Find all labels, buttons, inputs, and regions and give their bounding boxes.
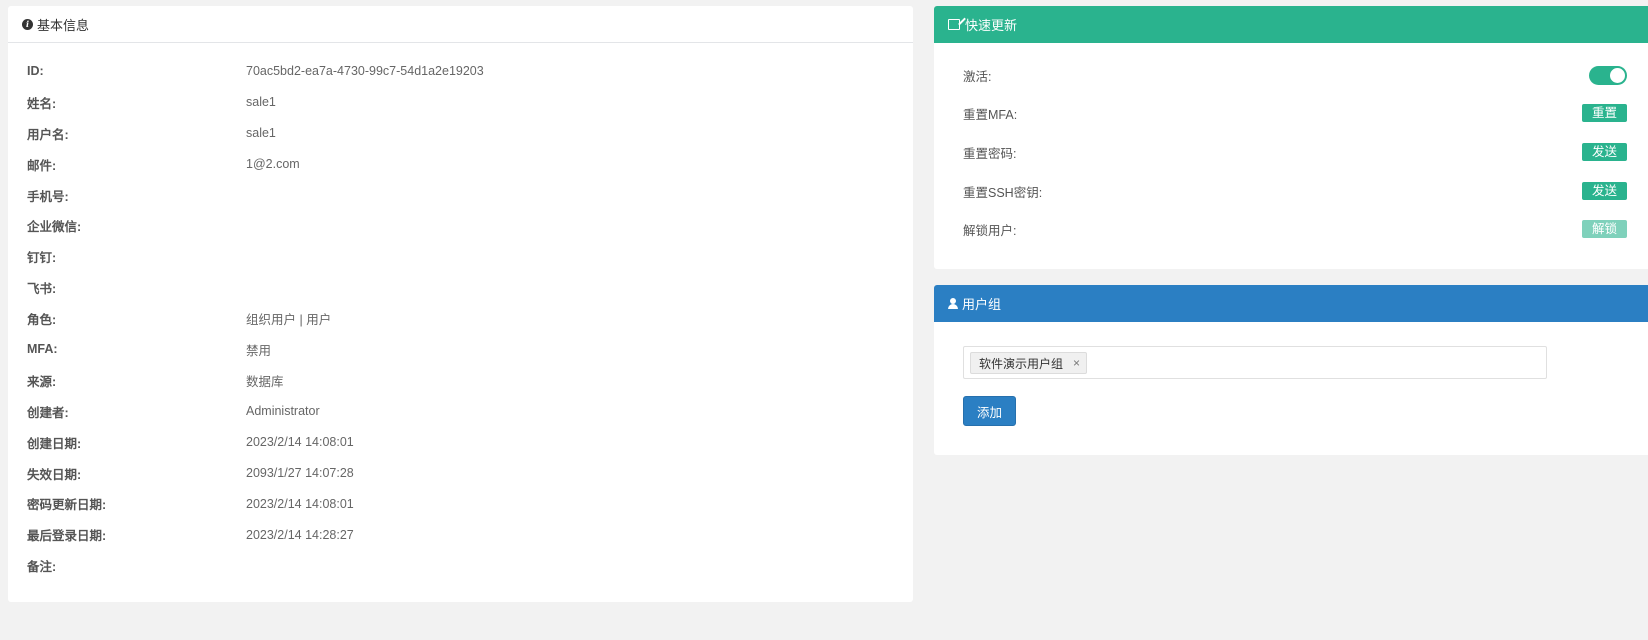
reset-mfa-row: 重置MFA: 重置	[963, 101, 1648, 125]
info-row: 最后登录日期: 2023/2/14 14:28:27	[8, 519, 913, 550]
info-value: 禁用	[246, 343, 272, 358]
info-row: 飞书:	[8, 272, 913, 303]
info-row: ID: 70ac5bd2-ea7a-4730-99c7-54d1a2e19203	[8, 56, 913, 87]
group-tag-label: 软件演示用户组	[979, 356, 1064, 371]
info-circle-icon: i	[22, 18, 33, 30]
reset-password-row: 重置密码: 发送	[963, 140, 1648, 164]
basic-info-header: i 基本信息	[8, 6, 913, 43]
reset-ssh-label: 重置SSH密钥:	[963, 185, 1043, 200]
info-value: sale1	[246, 126, 276, 141]
info-label: 姓名:	[27, 96, 57, 111]
user-icon	[948, 298, 958, 309]
info-row: 企业微信:	[8, 210, 913, 241]
user-groups-header: 用户组	[934, 285, 1648, 322]
reset-password-label: 重置密码:	[963, 146, 1017, 161]
tag-remove-icon[interactable]: ×	[1073, 356, 1080, 370]
info-row: 密码更新日期: 2023/2/14 14:08:01	[8, 488, 913, 519]
info-label: ID:	[27, 64, 44, 79]
info-value: 1@2.com	[246, 157, 300, 172]
info-value: Administrator	[246, 404, 320, 419]
info-row: 创建日期: 2023/2/14 14:08:01	[8, 427, 913, 458]
toggle-knob	[1610, 67, 1625, 83]
user-groups-title: 用户组	[962, 297, 1002, 312]
group-select-input[interactable]: 软件演示用户组 ×	[963, 346, 1547, 379]
info-label: 创建者:	[27, 405, 69, 420]
quick-update-header: 快速更新	[934, 6, 1648, 43]
info-label: 角色:	[27, 313, 57, 328]
active-row: 激活:	[963, 63, 1648, 87]
reset-mfa-button[interactable]: 重置	[1581, 104, 1627, 122]
unlock-button[interactable]: 解锁	[1581, 220, 1627, 238]
info-value: 2023/2/14 14:08:01	[246, 435, 354, 450]
info-label: 企业微信:	[27, 220, 82, 235]
info-row: 邮件: 1@2.com	[8, 149, 913, 180]
edit-icon	[948, 19, 960, 30]
info-row: MFA: 禁用	[8, 334, 913, 365]
info-value: 数据库	[246, 374, 284, 389]
info-label: 密码更新日期:	[27, 498, 107, 513]
info-label: 最后登录日期:	[27, 529, 107, 544]
info-row: 姓名: sale1	[8, 87, 913, 118]
info-value: 2023/2/14 14:08:01	[246, 496, 354, 511]
add-group-button[interactable]: 添加	[963, 396, 1016, 426]
basic-info-title: 基本信息	[37, 17, 90, 33]
info-value: 2093/1/27 14:07:28	[246, 466, 354, 481]
quick-update-title: 快速更新	[965, 18, 1018, 33]
user-groups-panel: 用户组 软件演示用户组 × 添加	[934, 285, 1648, 455]
reset-ssh-row: 重置SSH密钥: 发送	[963, 179, 1648, 203]
info-row: 失效日期: 2093/1/27 14:07:28	[8, 458, 913, 489]
info-row: 角色: 组织用户 | 用户	[8, 303, 913, 334]
info-row: 钉钉:	[8, 241, 913, 272]
info-row: 创建者: Administrator	[8, 396, 913, 427]
reset-password-button[interactable]: 发送	[1581, 143, 1627, 161]
group-tag: 软件演示用户组 ×	[970, 352, 1088, 374]
info-label: MFA:	[27, 342, 58, 357]
info-value: 2023/2/14 14:28:27	[246, 527, 354, 542]
reset-ssh-button[interactable]: 发送	[1581, 182, 1627, 200]
info-row: 手机号:	[8, 180, 913, 211]
info-label: 手机号:	[27, 189, 69, 204]
active-toggle[interactable]	[1589, 65, 1627, 85]
basic-info-panel: i 基本信息 ID: 70ac5bd2-ea7a-4730-99c7-54d1a2…	[8, 6, 913, 602]
info-row: 用户名: sale1	[8, 118, 913, 149]
basic-info-fields: ID: 70ac5bd2-ea7a-4730-99c7-54d1a2e19203 姓…	[8, 56, 913, 581]
info-row: 备注:	[8, 550, 913, 581]
info-label: 钉钉:	[27, 251, 57, 266]
info-label: 飞书:	[27, 282, 57, 297]
info-row: 来源: 数据库	[8, 365, 913, 396]
info-value: 70ac5bd2-ea7a-4730-99c7-54d1a2e19203	[246, 64, 484, 79]
unlock-row: 解锁用户: 解锁	[963, 217, 1648, 241]
info-label: 失效日期:	[27, 467, 82, 482]
active-label: 激活:	[963, 69, 992, 84]
reset-mfa-label: 重置MFA:	[963, 107, 1018, 122]
info-label: 用户名:	[27, 127, 69, 142]
info-value: sale1	[246, 95, 276, 110]
info-label: 来源:	[27, 374, 57, 389]
quick-update-panel: 快速更新 激活: 重置MFA: 重置 重置密码: 发送 重置SSH密钥: 发送 …	[934, 6, 1648, 269]
info-value: 组织用户 | 用户	[246, 313, 332, 328]
info-label: 创建日期:	[27, 436, 82, 451]
info-label: 邮件:	[27, 158, 57, 173]
unlock-label: 解锁用户:	[963, 223, 1017, 238]
info-label: 备注:	[27, 560, 57, 575]
